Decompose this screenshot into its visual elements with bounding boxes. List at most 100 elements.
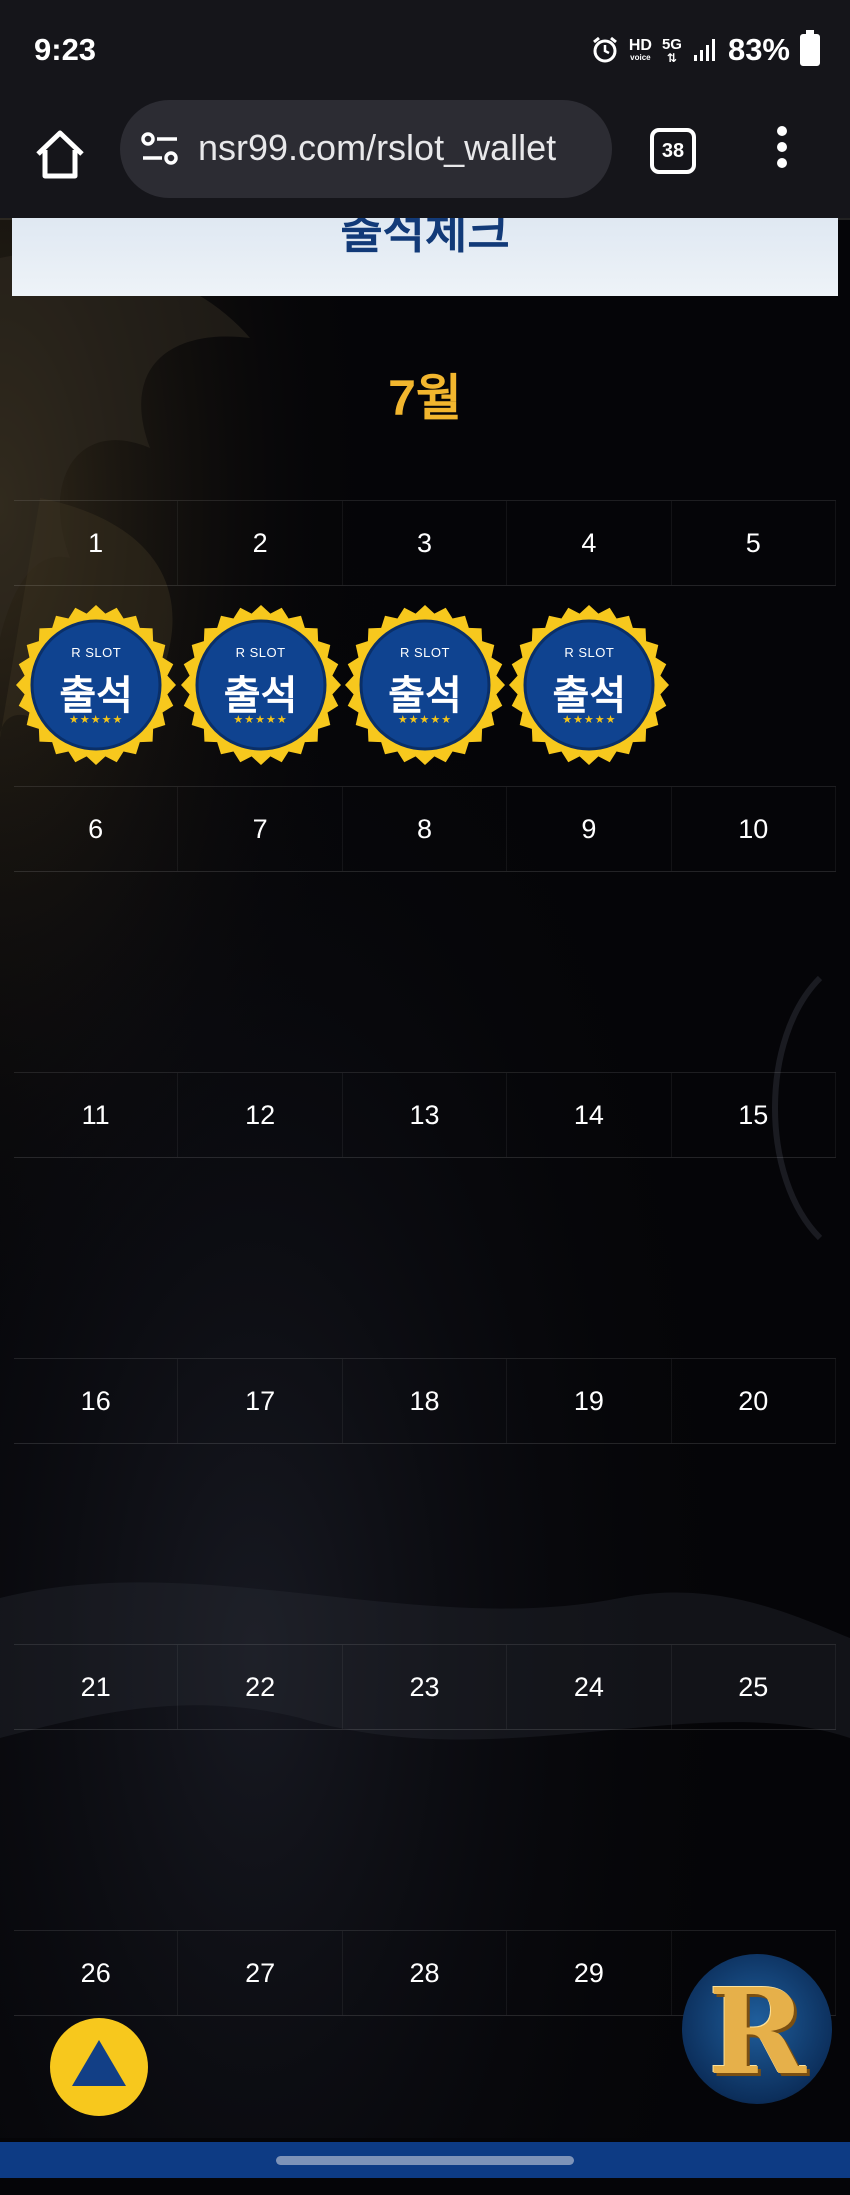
network-label: 5G [661,35,682,53]
stamp-row [14,891,836,1051]
attendance-banner: 출석체크 [12,218,838,296]
stamp-row [14,1749,836,1909]
stamp-brand: R SLOT [235,645,286,660]
day-number: 4 [507,501,672,585]
day-cell [14,1463,178,1623]
day-number: 20 [672,1359,836,1443]
day-number: 22 [178,1645,343,1729]
day-number: 13 [343,1073,508,1157]
home-icon[interactable] [30,124,90,184]
day-cell [178,891,342,1051]
stamp-stars-icon: ★★★★★ [69,714,124,726]
calendar-week: 16 17 18 19 20 [14,1358,836,1644]
day-number-row: 11 12 13 14 15 [14,1073,836,1158]
day-number: 1 [14,501,179,585]
day-cell: R SLOT 출석 ★★★★★ [14,605,178,765]
attendance-stamp: R SLOT 출석 ★★★★★ [509,605,670,765]
calendar-week: 12345R SLOT 출석 ★★★★★ R SLOT 출석 ★★★★★ R SLOT 출석 ★… [14,500,836,786]
hd-label: HD [628,37,652,54]
attendance-stamp: R SLOT 출석 ★★★★★ [344,605,505,765]
day-cell [343,1177,507,1337]
day-number-row: 21 22 23 24 25 [14,1645,836,1730]
day-number: 27 [178,1931,343,2015]
day-number-row: 6 7 8 9 10 [14,787,836,872]
stamp-row [14,1463,836,1623]
month-label: 7월 [388,370,462,426]
day-cell [178,1749,342,1909]
alarm-icon [592,36,617,63]
day-number: 2 [178,501,343,585]
day-cell [343,1463,507,1623]
day-cell [507,1749,671,1909]
battery-percent: 83% [727,32,790,67]
day-number: 6 [14,787,179,871]
stamp-brand: R SLOT [399,645,450,660]
day-number: 12 [178,1073,343,1157]
day-cell [14,1749,178,1909]
day-number: 24 [507,1645,672,1729]
day-cell: R SLOT 출석 ★★★★★ [343,605,507,765]
day-number-row: 16 17 18 19 20 [14,1359,836,1444]
day-number: 8 [343,787,508,871]
day-cell [14,1177,178,1337]
day-number: 28 [343,1931,508,2015]
hd-voice-icon: HD voice [629,38,652,62]
signal-icon [693,39,715,61]
day-number: 10 [672,787,836,871]
day-number: 5 [672,501,836,585]
day-number: 16 [14,1359,179,1443]
site-settings-icon[interactable] [140,130,180,168]
day-cell: R SLOT 출석 ★★★★★ [178,605,342,765]
status-icons: HD voice 5G ⇅ 83% [591,30,820,70]
day-number: 7 [178,787,343,871]
stamp-row: R SLOT 출석 ★★★★★ R SLOT 출석 ★★★★★ R SLOT 출석 ★★★★★ R… [14,605,836,765]
day-number: 23 [343,1645,508,1729]
url-text: nsr99.com/rslot_wallet [198,127,557,168]
stamp-brand: R SLOT [71,645,122,660]
day-cell [672,605,836,765]
day-number: 11 [14,1073,179,1157]
day-cell [14,891,178,1051]
day-number: 14 [507,1073,672,1157]
day-cell: R SLOT 출석 ★★★★★ [507,605,671,765]
stamp-row [14,1177,836,1337]
calendar-week: 6 7 8 9 10 [14,786,836,1072]
day-cell [672,891,836,1051]
day-number: 17 [178,1359,343,1443]
more-menu-icon[interactable] [770,126,794,172]
scroll-to-top-button[interactable] [50,2018,148,2116]
day-cell [507,1463,671,1623]
day-cell [507,891,671,1051]
day-cell [672,1749,836,1909]
voice-label: voice [630,53,651,62]
day-cell [672,1177,836,1337]
day-number: 15 [672,1073,836,1157]
attendance-stamp: R SLOT 출석 ★★★★★ [16,605,177,765]
stamp-stars-icon: ★★★★★ [562,714,617,726]
data-arrows-icon: ⇅ [666,50,677,65]
calendar-week: 11 12 13 14 15 [14,1072,836,1358]
attendance-calendar: 12345R SLOT 출석 ★★★★★ R SLOT 출석 ★★★★★ R SLOT 출석 ★… [14,500,836,2131]
gesture-home-indicator[interactable] [276,2156,574,2165]
network-5g-icon: 5G ⇅ [662,37,682,64]
day-cell [178,1177,342,1337]
status-time: 9:23 [34,32,97,67]
stamp-stars-icon: ★★★★★ [397,714,453,726]
day-cell [343,1749,507,1909]
day-number: 21 [14,1645,179,1729]
day-number: 9 [507,787,672,871]
address-bar[interactable]: nsr99.com/rslot_wallet [120,100,612,198]
tab-switcher-button[interactable]: 38 [650,128,696,174]
calendar-week: 21 22 23 24 25 [14,1644,836,1930]
day-number: 3 [343,501,508,585]
day-number: 19 [507,1359,672,1443]
page-title: 출석체크 [340,218,510,258]
browser-toolbar: nsr99.com/rslot_wallet 38 [0,96,850,220]
day-number: 18 [343,1359,508,1443]
day-cell [507,1177,671,1337]
stamp-brand: R SLOT [564,645,615,660]
day-number: 29 [507,1931,672,2015]
status-bar: 9:23 HD voice 5G ⇅ 83% [0,0,850,96]
r-slot-logo-button[interactable]: R [682,1954,832,2104]
day-number: 25 [672,1645,836,1729]
